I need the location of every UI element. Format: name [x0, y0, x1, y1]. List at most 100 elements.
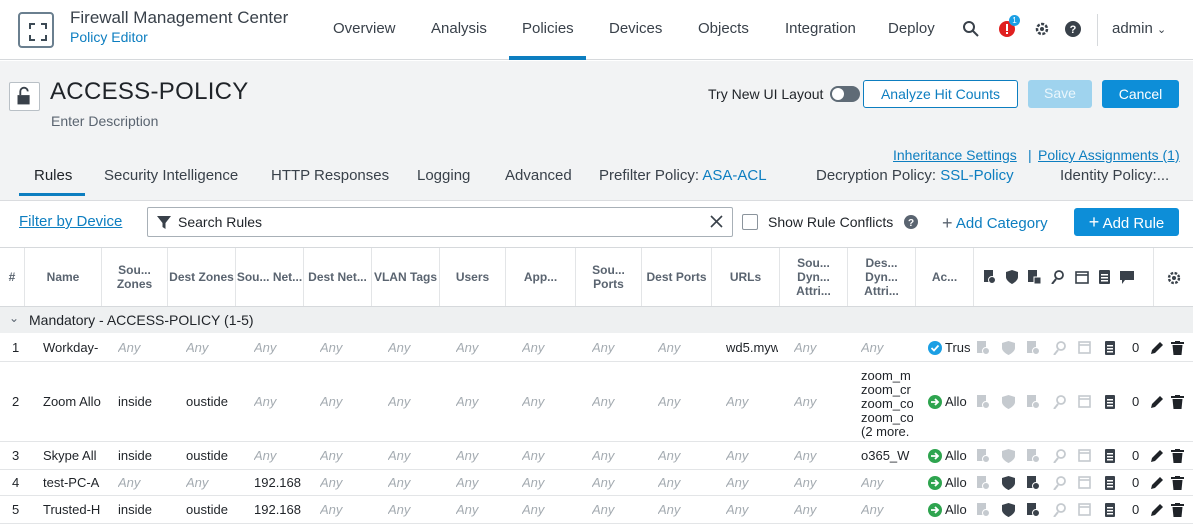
- help-icon[interactable]: ?: [904, 215, 918, 229]
- shield-icon[interactable]: [1002, 395, 1015, 409]
- edit-pencil-icon[interactable]: [1150, 341, 1164, 355]
- tab-http-responses[interactable]: HTTP Responses: [271, 167, 389, 184]
- col-dest-zones[interactable]: Dest Zones: [168, 248, 236, 306]
- delete-trash-icon[interactable]: [1171, 476, 1184, 490]
- col-dest-dynamic-attributes[interactable]: Des... Dyn... Attri...: [848, 248, 916, 306]
- col-source-ports[interactable]: Sou... Ports: [576, 248, 642, 306]
- table-row[interactable]: 2 Zoom Allo inside oustide Any Any Any Any Any An…: [0, 362, 1193, 442]
- identity-policy-label[interactable]: Identity Policy:...: [1060, 167, 1169, 184]
- edit-pencil-icon[interactable]: [1150, 476, 1164, 490]
- window-icon[interactable]: [1078, 449, 1091, 463]
- nav-deploy[interactable]: Deploy: [888, 20, 935, 37]
- window-icon[interactable]: [1078, 395, 1091, 409]
- edit-pencil-icon[interactable]: [1150, 503, 1164, 517]
- file-policy-icon[interactable]: [977, 476, 990, 490]
- save-button[interactable]: Save: [1028, 80, 1092, 108]
- tab-rules[interactable]: Rules: [34, 167, 72, 184]
- edit-pencil-icon[interactable]: [1150, 449, 1164, 463]
- col-action[interactable]: Ac...: [916, 248, 974, 306]
- cancel-button[interactable]: Cancel: [1102, 80, 1179, 108]
- col-dest-ports[interactable]: Dest Ports: [642, 248, 712, 306]
- shield-icon[interactable]: [1002, 449, 1015, 463]
- document-icon[interactable]: [1104, 340, 1117, 355]
- inheritance-settings-link[interactable]: Inheritance Settings: [893, 147, 1017, 163]
- file-policy-icon[interactable]: [977, 340, 990, 355]
- source-zone: inside: [118, 394, 152, 409]
- shield-icon[interactable]: [1002, 476, 1015, 490]
- col-source-zones[interactable]: Sou... Zones: [102, 248, 168, 306]
- col-vlan-tags[interactable]: VLAN Tags: [372, 248, 440, 306]
- nav-policies[interactable]: Policies: [522, 20, 574, 37]
- search-rules-input[interactable]: Search Rules: [147, 207, 733, 237]
- nav-objects[interactable]: Objects: [698, 20, 749, 37]
- intrusion-policy-icon[interactable]: [1027, 449, 1040, 463]
- delete-trash-icon[interactable]: [1171, 503, 1184, 517]
- help-icon[interactable]: ?: [1064, 20, 1082, 38]
- shield-icon[interactable]: [1002, 340, 1015, 355]
- new-ui-toggle[interactable]: [830, 86, 860, 102]
- nav-integration[interactable]: Integration: [785, 20, 856, 37]
- nav-analysis[interactable]: Analysis: [431, 20, 487, 37]
- source-dynamic-attribute: Any: [794, 502, 817, 517]
- nav-overview[interactable]: Overview: [333, 20, 396, 37]
- rule-group-mandatory[interactable]: ⌄ Mandatory - ACCESS-POLICY (1-5): [0, 307, 1193, 333]
- table-row[interactable]: 5 Trusted-H inside oustide 192.168 Any Any Any A…: [0, 496, 1193, 524]
- document-icon[interactable]: [1104, 476, 1117, 490]
- gear-icon[interactable]: [1033, 20, 1051, 38]
- document-icon[interactable]: [1104, 503, 1117, 517]
- user-menu[interactable]: admin ⌄: [1112, 20, 1166, 37]
- search-icon[interactable]: [962, 20, 980, 38]
- window-icon[interactable]: [1078, 503, 1091, 517]
- col-users[interactable]: Users: [440, 248, 506, 306]
- col-number[interactable]: #: [0, 248, 25, 306]
- file-policy-icon[interactable]: [977, 449, 990, 463]
- window-icon[interactable]: [1078, 476, 1091, 490]
- table-row[interactable]: 4 test-PC-A Any Any 192.168 Any Any Any Any Any An…: [0, 470, 1193, 496]
- identity-icon[interactable]: [1053, 449, 1066, 463]
- policy-assignments-link[interactable]: Policy Assignments (1): [1038, 147, 1180, 163]
- col-dest-networks[interactable]: Dest Net...: [304, 248, 372, 306]
- intrusion-policy-icon[interactable]: [1027, 395, 1040, 409]
- lock-button[interactable]: [9, 82, 40, 111]
- policy-description[interactable]: Enter Description: [51, 113, 158, 129]
- add-rule-button[interactable]: + Add Rule: [1074, 208, 1179, 236]
- app-subtitle[interactable]: Policy Editor: [70, 29, 148, 45]
- delete-trash-icon[interactable]: [1171, 340, 1184, 355]
- filter-by-device-link[interactable]: Filter by Device: [19, 213, 122, 230]
- tab-security-intelligence[interactable]: Security Intelligence: [104, 167, 238, 184]
- col-source-networks[interactable]: Sou... Net...: [236, 248, 304, 306]
- col-name[interactable]: Name: [25, 248, 102, 306]
- identity-icon[interactable]: [1053, 503, 1066, 517]
- edit-pencil-icon[interactable]: [1150, 395, 1164, 409]
- nav-devices[interactable]: Devices: [609, 20, 662, 37]
- settings-gear-icon[interactable]: [1166, 270, 1182, 286]
- col-applications[interactable]: App...: [506, 248, 576, 306]
- file-policy-icon[interactable]: [977, 395, 990, 409]
- prefilter-link[interactable]: ASA-ACL: [702, 167, 766, 184]
- delete-trash-icon[interactable]: [1171, 449, 1184, 463]
- intrusion-policy-icon[interactable]: [1027, 476, 1040, 490]
- identity-icon[interactable]: [1053, 340, 1066, 355]
- document-icon[interactable]: [1104, 395, 1117, 409]
- unlock-icon: [17, 86, 30, 105]
- file-policy-icon[interactable]: [977, 503, 990, 517]
- col-urls[interactable]: URLs: [712, 248, 780, 306]
- table-row[interactable]: 1 Workday- Any Any Any Any Any Any Any Any Any wd5.…: [0, 333, 1193, 362]
- identity-icon[interactable]: [1053, 395, 1066, 409]
- clear-search-icon[interactable]: [709, 214, 724, 229]
- delete-trash-icon[interactable]: [1171, 395, 1184, 409]
- shield-icon[interactable]: [1002, 503, 1015, 517]
- identity-icon[interactable]: [1053, 476, 1066, 490]
- intrusion-policy-icon[interactable]: [1027, 340, 1040, 355]
- tab-logging[interactable]: Logging: [417, 167, 470, 184]
- add-category-button[interactable]: + Add Category: [942, 212, 1048, 233]
- show-rule-conflicts-checkbox[interactable]: [742, 214, 758, 230]
- intrusion-policy-icon[interactable]: [1027, 503, 1040, 517]
- tab-advanced[interactable]: Advanced: [505, 167, 572, 184]
- document-icon[interactable]: [1104, 449, 1117, 463]
- window-icon[interactable]: [1078, 340, 1091, 355]
- col-source-dynamic-attributes[interactable]: Sou... Dyn... Attri...: [780, 248, 848, 306]
- decryption-link[interactable]: SSL-Policy: [940, 167, 1013, 184]
- table-row[interactable]: 3 Skype All inside oustide Any Any Any Any Any An…: [0, 442, 1193, 470]
- analyze-hit-counts-button[interactable]: Analyze Hit Counts: [863, 80, 1018, 108]
